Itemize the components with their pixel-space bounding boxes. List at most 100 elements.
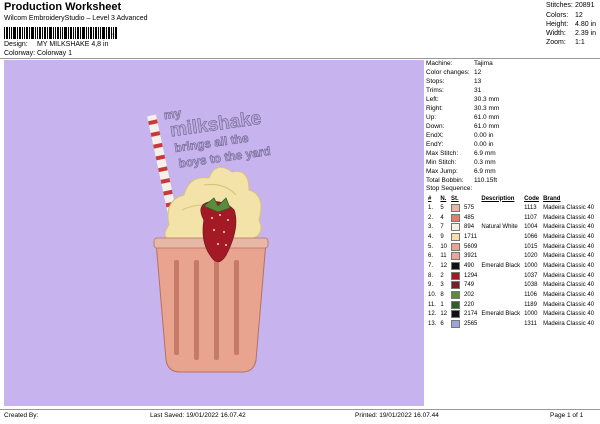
thread-color-swatch [451, 252, 461, 261]
colorway-label: Colorway: [4, 50, 36, 57]
color-description [479, 290, 522, 300]
table-row: 8. 2 1294 1037 Madeira Classic 40 [426, 271, 596, 281]
stitches-label: Stitches: [546, 2, 573, 9]
colorway-value: Colorway 1 [37, 50, 73, 57]
color-description [479, 213, 522, 223]
thread-code: 1037 [524, 272, 538, 279]
stop-sequence-title: Stop Sequence: [426, 185, 473, 192]
stop-sequence-table: # N. St. Description Code Brand 1. 5 575 11… [426, 194, 596, 329]
color-description [479, 300, 522, 310]
design-lettering: my milkshake brings all the boys to the … [163, 106, 272, 171]
header-divider [0, 58, 600, 59]
milkshake-design: my milkshake brings all the boys to the … [147, 106, 272, 373]
color-description [479, 271, 522, 281]
table-header-row: # N. St. Description Code Brand [426, 194, 596, 203]
thread-color-swatch [451, 300, 461, 309]
thread-brand: Madeira Classic 40 [543, 262, 595, 269]
table-row: 6. 11 3921 1020 Madeira Classic 40 [426, 251, 596, 261]
thread-code: 1311 [524, 321, 537, 328]
needle-number: 3 [440, 282, 444, 289]
row-index: 5. [428, 243, 434, 250]
thread-code: 1113 [524, 204, 537, 211]
row-index: 1. [428, 204, 434, 211]
table-row: 9. 3 749 1038 Madeira Classic 40 [426, 281, 596, 291]
thread-brand: Madeira Classic 40 [543, 204, 595, 211]
needle-number: 6 [440, 321, 444, 328]
stitch-count: 3921 [464, 253, 478, 260]
thread-color-swatch [451, 232, 461, 241]
thread-code: 1020 [524, 253, 538, 260]
row-index: 8. [428, 272, 434, 279]
column-header: Brand [543, 195, 561, 202]
color-swatch [449, 261, 462, 271]
barcode [4, 27, 117, 39]
printed-date: Printed: 19/01/2022 16.07.44 [355, 412, 439, 419]
color-swatch [449, 232, 462, 242]
thread-color-swatch [451, 320, 461, 329]
needle-number: 11 [440, 253, 447, 260]
color-swatch [449, 300, 462, 310]
table-row: 1. 5 575 1113 Madeira Classic 40 [426, 203, 596, 213]
design-canvas: my milkshake brings all the boys to the … [4, 60, 424, 406]
thread-code: 1066 [524, 233, 538, 240]
needle-number: 2 [440, 272, 444, 279]
thread-brand: Madeira Classic 40 [543, 301, 595, 308]
color-swatch [449, 242, 462, 252]
stitch-count: 220 [464, 301, 475, 308]
column-header: Code [524, 195, 540, 202]
column-header: Description [481, 195, 515, 202]
glass [153, 237, 269, 373]
table-row: 3. 7 894 Natural White 1004 Madeira Classic 4… [426, 222, 596, 232]
stitch-count: 202 [464, 292, 475, 299]
software-name: Wilcom EmbroideryStudio – Level 3 Advanc… [4, 15, 148, 22]
table-row: 4. 9 1711 1066 Madeira Classic 40 [426, 232, 596, 242]
thread-code: 1189 [524, 301, 537, 308]
thread-code: 1004 [524, 224, 538, 231]
color-swatch [449, 281, 462, 291]
thread-brand: Madeira Classic 40 [543, 224, 595, 231]
row-index: 10. [428, 292, 437, 299]
zoom-label: Zoom: [546, 39, 566, 46]
row-index: 11. [428, 301, 436, 308]
color-description: Emerald Black [481, 262, 521, 269]
table-row: 7. 12 490 Emerald Black 1000 Madeira Classic … [426, 261, 596, 271]
stitch-count: 485 [464, 214, 475, 221]
stitch-count: 575 [464, 204, 475, 211]
row-index: 6. [428, 253, 434, 260]
design-value: MY MILKSHAKE 4,8 in [37, 41, 109, 48]
color-description [479, 203, 522, 213]
thread-code: 1106 [524, 292, 537, 299]
thread-brand: Madeira Classic 40 [543, 243, 595, 250]
thread-code: 1000 [524, 311, 538, 318]
needle-number: 5 [440, 204, 444, 211]
thread-code: 1107 [524, 214, 537, 221]
table-row: 13. 6 2565 1311 Madeira Classic 40 [426, 319, 596, 329]
needle-number: 4 [440, 214, 444, 221]
thread-brand: Madeira Classic 40 [543, 253, 595, 260]
thread-brand: Madeira Classic 40 [543, 282, 595, 289]
row-index: 3. [428, 224, 434, 231]
thread-color-swatch [451, 223, 461, 232]
column-header: # [428, 195, 432, 202]
needle-number: 12 [440, 262, 448, 269]
thread-color-swatch [451, 310, 461, 319]
width-label: Width: [546, 30, 566, 37]
row-index: 2. [428, 214, 434, 221]
color-description: Emerald Black [481, 311, 521, 318]
stitch-count: 490 [464, 262, 475, 269]
column-header: St. [451, 195, 459, 202]
needle-number: 7 [440, 224, 444, 231]
color-description [479, 281, 522, 291]
zoom-value: 1:1 [575, 39, 585, 46]
thread-color-swatch [451, 203, 461, 212]
color-swatch [449, 222, 462, 232]
row-index: 12. [428, 311, 437, 318]
stitch-count: 2174 [464, 311, 478, 318]
colors-label: Colors: [546, 12, 569, 19]
thread-code: 1000 [524, 262, 538, 269]
needle-number: 1 [440, 301, 444, 308]
stitch-count: 1711 [464, 233, 477, 240]
color-description [479, 319, 522, 329]
color-description [479, 242, 522, 252]
color-swatch [449, 203, 462, 213]
